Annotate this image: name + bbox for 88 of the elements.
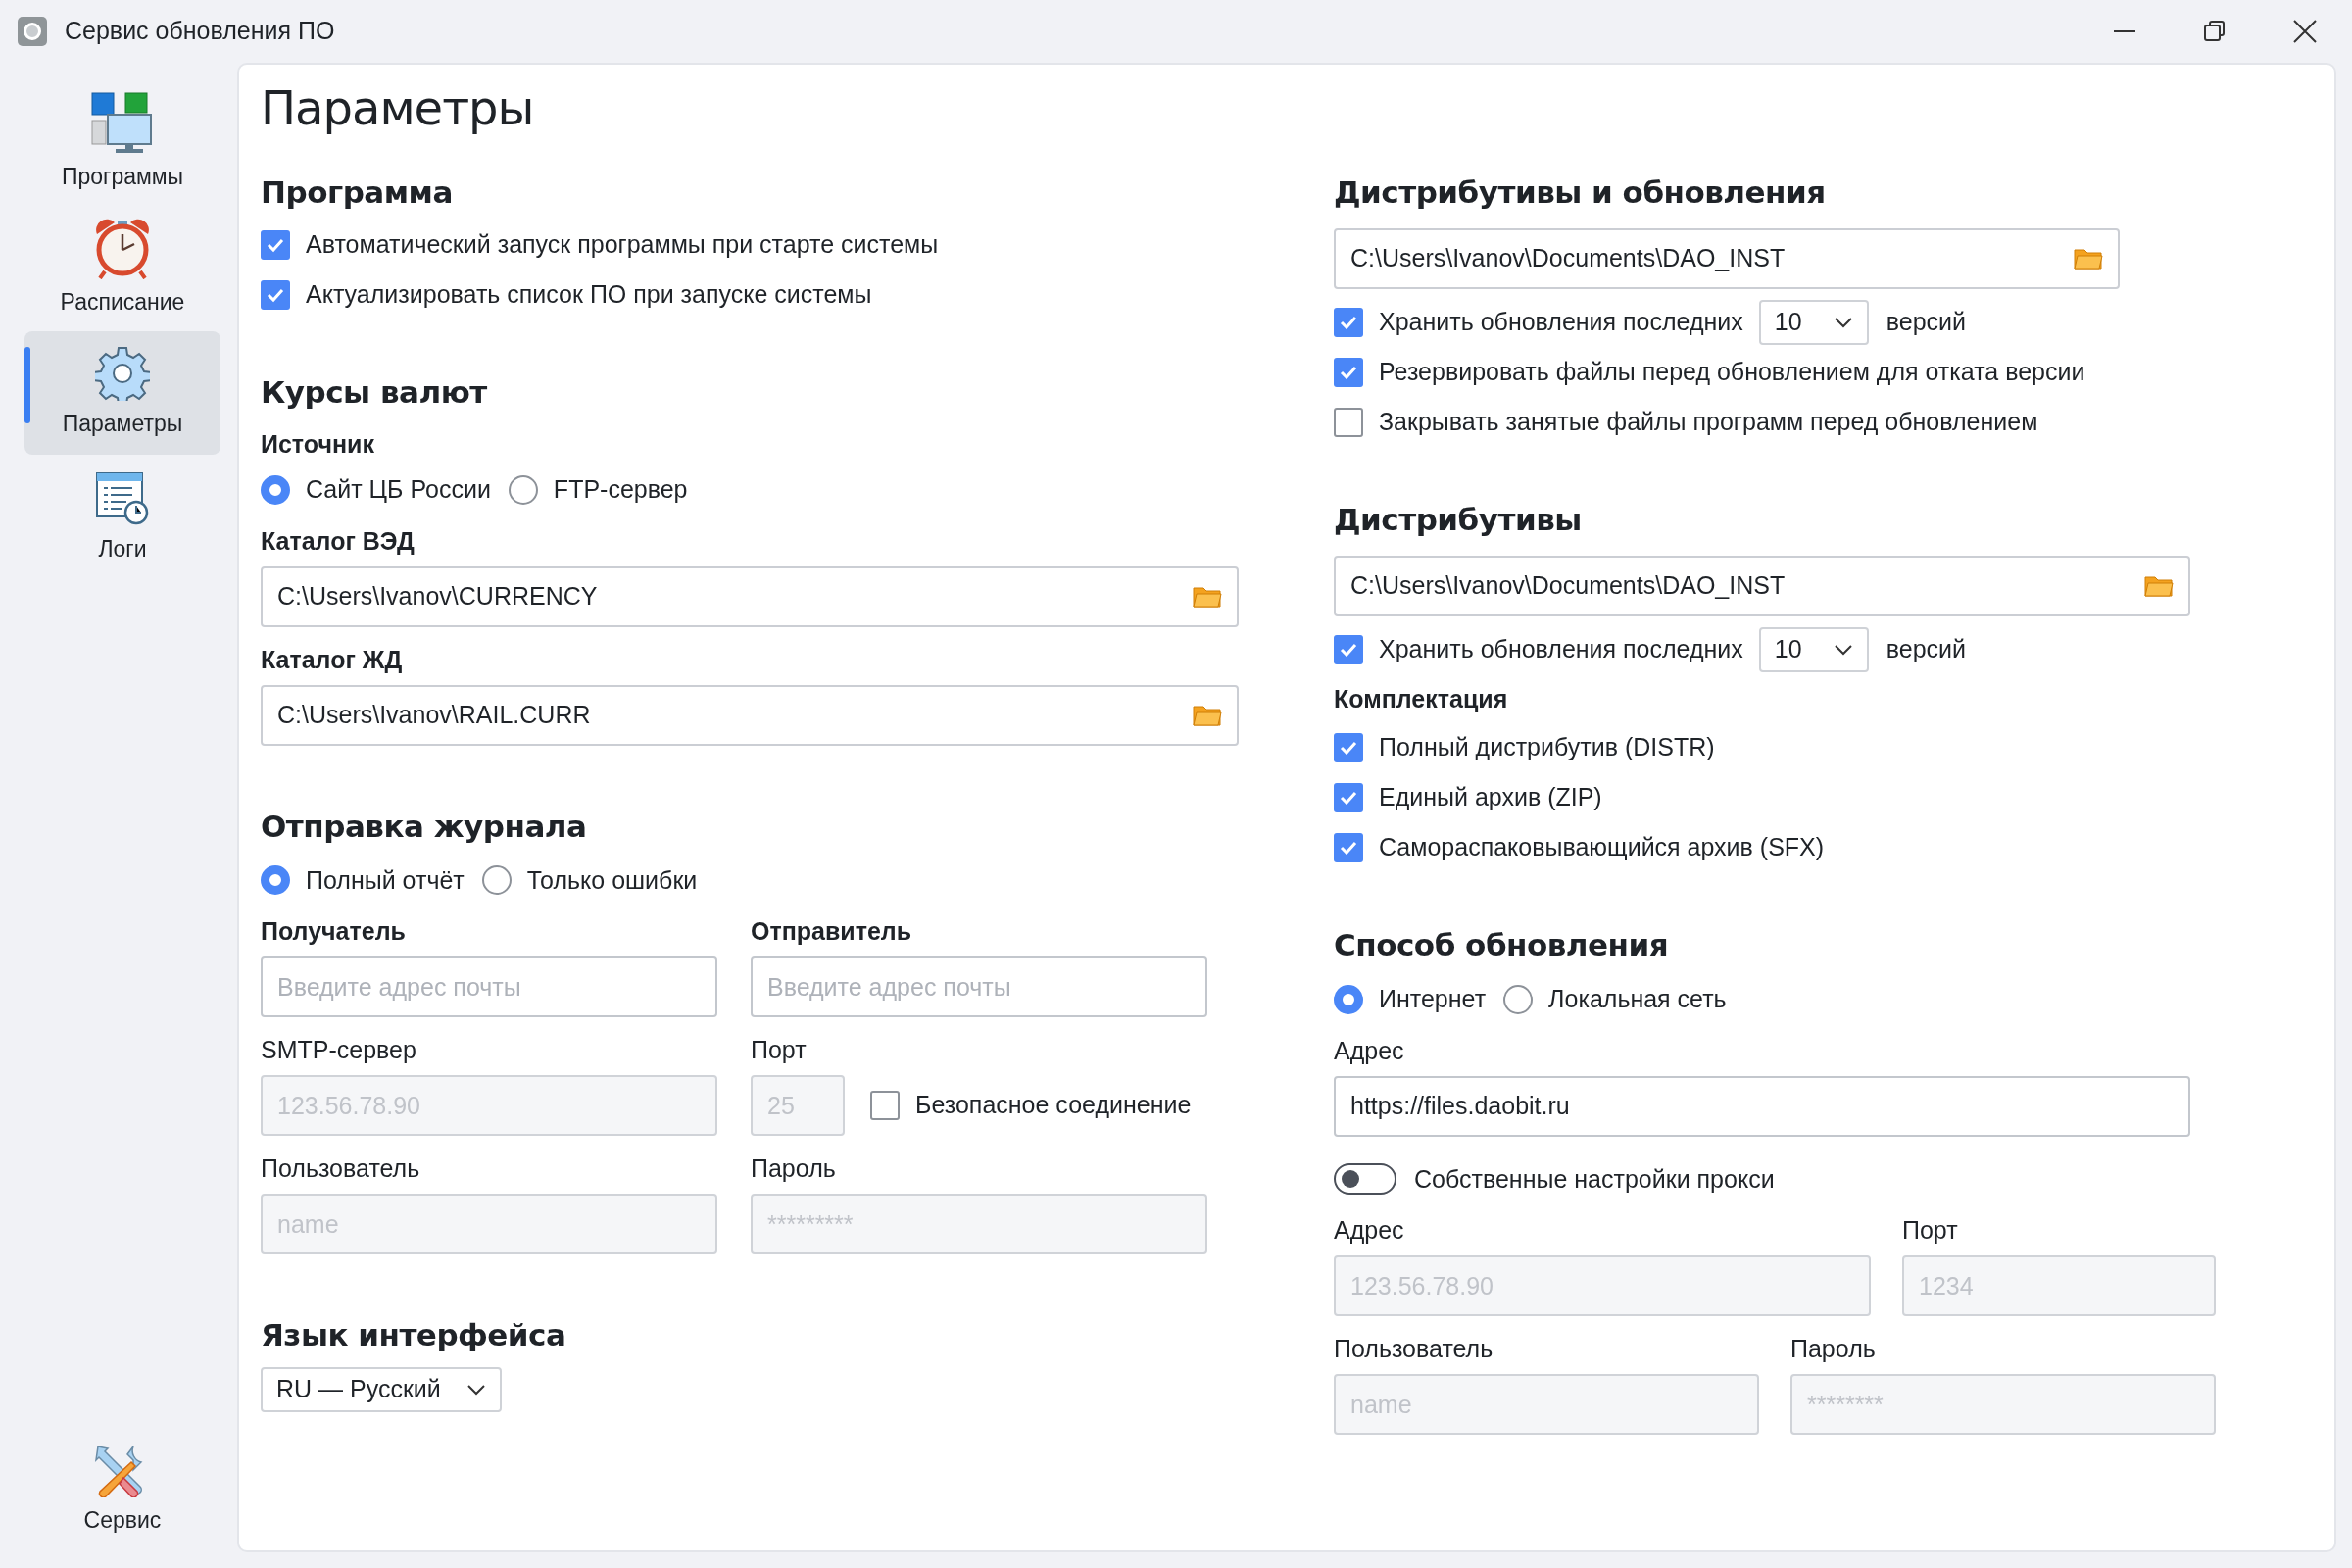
checkbox-label: Самораспаковывающийся архив (SFX) bbox=[1379, 832, 1825, 863]
path-field[interactable]: C:\Users\Ivanov\Documents\DAO_INST bbox=[1334, 556, 2190, 616]
radio-label: Интернет bbox=[1379, 984, 1487, 1014]
window-title: Сервис обновления ПО bbox=[65, 16, 335, 47]
chevron-down-icon bbox=[466, 1384, 486, 1396]
radio-button[interactable] bbox=[261, 474, 290, 505]
checkbox[interactable] bbox=[1334, 408, 1363, 437]
minimize-icon bbox=[2113, 30, 2136, 32]
checkbox[interactable] bbox=[1334, 783, 1363, 812]
document-clock-icon bbox=[95, 470, 150, 526]
checkbox-label: Единый архив (ZIP) bbox=[1379, 782, 1602, 813]
sidebar-item[interactable]: Параметры bbox=[24, 331, 220, 455]
checkbox-label: Автоматический запуск программы при старте системы bbox=[306, 229, 939, 261]
radio-button[interactable] bbox=[1503, 984, 1534, 1014]
checkbox[interactable] bbox=[1334, 733, 1363, 762]
checkbox-label: Хранить обновления последних bbox=[1379, 307, 1743, 338]
text-field[interactable]: Введите адрес почты bbox=[751, 956, 1207, 1017]
path-field[interactable]: C:\Users\Ivanov\Documents\DAO_INST bbox=[1334, 228, 2120, 289]
monitor-icon bbox=[90, 90, 155, 154]
radio-button[interactable] bbox=[261, 865, 290, 896]
field-label: Комплектация bbox=[1334, 684, 1509, 714]
radio-button[interactable] bbox=[508, 474, 538, 505]
radio-button[interactable] bbox=[1334, 984, 1363, 1014]
section-heading: Дистрибутивы и обновления bbox=[1334, 173, 1827, 212]
checkbox[interactable] bbox=[261, 280, 290, 310]
field-label: Отправитель bbox=[751, 916, 913, 947]
field-label: Каталог ЖД bbox=[261, 644, 404, 675]
section-heading: Язык интерфейса bbox=[261, 1316, 567, 1354]
field-label: Порт bbox=[751, 1035, 808, 1065]
radio-label: Только ошибки bbox=[526, 864, 698, 896]
radio-label: Сайт ЦБ России bbox=[306, 474, 491, 505]
section-heading: Способ обновления bbox=[1334, 926, 1670, 964]
section-heading: Отправка журнала bbox=[261, 807, 588, 846]
dropdown[interactable]: 10 bbox=[1758, 627, 1869, 672]
unit-label: версий bbox=[1886, 307, 1967, 338]
field-label: Адрес bbox=[1334, 1215, 1405, 1246]
checkbox[interactable] bbox=[1334, 308, 1363, 337]
checkbox[interactable] bbox=[1334, 833, 1363, 862]
sidebar-item[interactable]: Логи bbox=[24, 457, 220, 580]
close-icon bbox=[2292, 19, 2318, 44]
section-heading: Дистрибутивы bbox=[1334, 501, 1583, 539]
field-label: Получатель bbox=[261, 916, 407, 947]
chevron-down-icon bbox=[1833, 644, 1853, 656]
section-heading: Курсы валют bbox=[261, 373, 488, 412]
dropdown[interactable]: RU — Русский bbox=[261, 1367, 502, 1412]
page-title: Параметры bbox=[261, 79, 535, 137]
sidebar-item[interactable]: Сервис bbox=[24, 1429, 220, 1552]
checkbox[interactable] bbox=[1334, 635, 1363, 664]
checkbox-label: Хранить обновления последних bbox=[1379, 634, 1743, 665]
app-icon bbox=[18, 17, 47, 46]
section-heading: Программа bbox=[261, 173, 454, 212]
folder-icon[interactable] bbox=[2144, 574, 2174, 598]
field-label: Пользователь bbox=[1334, 1334, 1494, 1364]
checkbox-label: Безопасное соединение bbox=[915, 1090, 1192, 1121]
folder-icon[interactable] bbox=[2074, 247, 2103, 270]
folder-icon[interactable] bbox=[1193, 584, 1222, 609]
chevron-down-icon bbox=[1833, 317, 1853, 328]
radio-label: Полный отчёт bbox=[306, 864, 465, 896]
unit-label: версий bbox=[1886, 634, 1967, 665]
field-label: Адрес bbox=[1334, 1035, 1405, 1066]
text-field[interactable]: Введите адрес почты bbox=[261, 956, 717, 1017]
sidebar-item[interactable]: Расписание bbox=[24, 206, 220, 329]
field-label: Пользователь bbox=[261, 1153, 421, 1184]
field-label: SMTP-сервер bbox=[261, 1035, 417, 1065]
path-field[interactable]: C:\Users\Ivanov\CURRENCY bbox=[261, 565, 1239, 627]
field-label: Порт bbox=[1902, 1215, 1959, 1246]
path-field[interactable]: C:\Users\Ivanov\RAIL.CURR bbox=[261, 684, 1239, 746]
checkbox[interactable] bbox=[1334, 358, 1363, 387]
checkbox-label: Резервировать файлы перед обновлением для отката версии bbox=[1379, 357, 2085, 388]
checkbox-label: Полный дистрибутив (DISTR) bbox=[1379, 732, 1715, 763]
toggle-switch[interactable] bbox=[1334, 1163, 1396, 1196]
radio-label: FTP-сервер bbox=[553, 474, 688, 505]
dropdown[interactable]: 10 bbox=[1758, 300, 1869, 345]
toggle-label: Собственные настройки прокси bbox=[1414, 1163, 1775, 1195]
restore-icon bbox=[2203, 20, 2227, 43]
field-label: Пароль bbox=[751, 1153, 837, 1184]
field-label: Пароль bbox=[1790, 1334, 1877, 1364]
text-field[interactable]: https://files.daobit.ru bbox=[1334, 1075, 2190, 1137]
settings-icon bbox=[95, 345, 150, 401]
sidebar-item[interactable]: Программы bbox=[24, 80, 220, 204]
field-label: Источник bbox=[261, 429, 375, 460]
checkbox-label: Закрывать занятые файлы программ перед обновлением bbox=[1379, 407, 2038, 438]
folder-icon[interactable] bbox=[1193, 703, 1222, 727]
checkbox[interactable] bbox=[261, 230, 290, 260]
checkbox-label: Актуализировать список ПО при запуске системы bbox=[306, 279, 872, 311]
radio-button[interactable] bbox=[481, 865, 512, 896]
radio-label: Локальная сеть bbox=[1548, 984, 1727, 1014]
field-label: Каталог ВЭД bbox=[261, 525, 416, 557]
